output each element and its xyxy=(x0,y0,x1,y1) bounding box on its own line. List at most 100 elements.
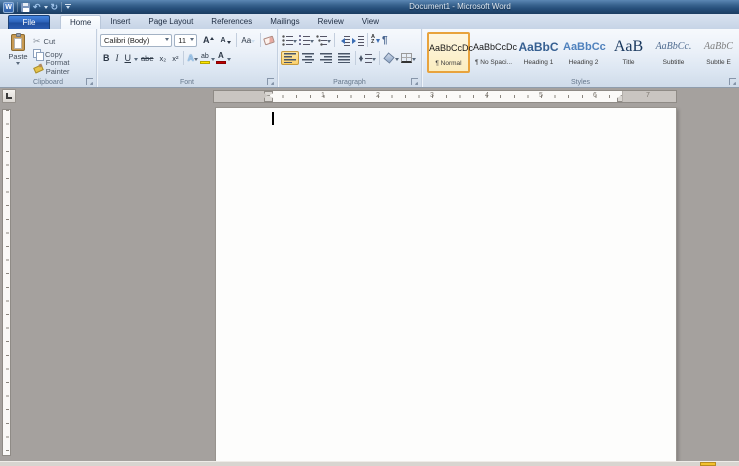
styles-group-label: Styles xyxy=(422,79,739,86)
clipboard-group: Paste ✂ Cut Copy Format Painter Clipboar… xyxy=(0,29,97,87)
quick-access-toolbar: W ↶ ↻ xyxy=(3,0,71,14)
divider xyxy=(355,51,356,65)
window-title: Document1 - Microsoft Word xyxy=(180,2,739,11)
font-dialog-launcher-icon[interactable] xyxy=(267,78,274,85)
line-spacing-button[interactable] xyxy=(358,52,377,65)
cut-button[interactable]: ✂ Cut xyxy=(33,35,94,47)
document-area xyxy=(0,106,739,461)
bullets-icon xyxy=(282,35,293,46)
sort-icon: AZ xyxy=(371,35,375,45)
borders-button[interactable] xyxy=(400,52,417,64)
left-tab-icon xyxy=(6,93,12,99)
increase-indent-button[interactable] xyxy=(351,34,365,47)
save-icon[interactable] xyxy=(21,3,30,12)
text-effects-button[interactable]: A xyxy=(186,52,199,64)
style-heading-1[interactable]: AaBbC Heading 1 xyxy=(517,32,560,73)
undo-icon[interactable]: ↶ xyxy=(33,2,41,12)
change-case-button[interactable]: Aa xyxy=(238,33,258,47)
font-color-button[interactable]: A xyxy=(215,51,227,65)
paste-button[interactable]: Paste xyxy=(3,32,33,74)
superscript-button[interactable]: x² xyxy=(169,51,181,65)
align-right-button[interactable] xyxy=(317,51,335,65)
ruler-number: 2 xyxy=(376,92,380,99)
numbering-icon xyxy=(299,35,310,46)
style-no-spacing[interactable]: AaBbCcDc ¶ No Spaci... xyxy=(472,32,515,73)
horizontal-ruler: 1 2 3 4 5 6 7 xyxy=(213,90,677,103)
tab-page-layout[interactable]: Page Layout xyxy=(139,15,202,29)
shrink-caret-icon xyxy=(227,41,231,46)
paragraph-dialog-launcher-icon[interactable] xyxy=(411,78,418,85)
multilevel-list-button[interactable] xyxy=(315,34,332,47)
shading-button[interactable] xyxy=(382,52,400,64)
chevron-down-icon xyxy=(412,58,416,63)
style-subtitle[interactable]: AaBbCc. Subtitle xyxy=(652,32,695,73)
format-painter-button[interactable]: Format Painter xyxy=(33,61,94,73)
style-normal[interactable]: AaBbCcDc ¶ Normal xyxy=(427,32,470,73)
style-title[interactable]: AaB Title xyxy=(607,32,650,73)
word-window: W ↶ ↻ Document1 - Microsoft Word File Ho… xyxy=(0,0,739,466)
highlight-button[interactable]: ab xyxy=(199,52,211,65)
style-heading-2[interactable]: AaBbCc Heading 2 xyxy=(562,32,605,73)
ruler-text-area: 1 2 3 4 5 6 xyxy=(269,91,622,102)
clipboard-group-label: Clipboard xyxy=(0,79,96,86)
styles-dialog-launcher-icon[interactable] xyxy=(729,78,736,85)
font-color-dropdown-icon[interactable] xyxy=(227,58,231,63)
title-bar: W ↶ ↻ Document1 - Microsoft Word xyxy=(0,0,739,14)
text-caret xyxy=(272,112,274,125)
ruler-number: 1 xyxy=(321,92,325,99)
tab-mailings[interactable]: Mailings xyxy=(261,15,308,29)
ruler-number: 4 xyxy=(485,92,489,99)
tab-review[interactable]: Review xyxy=(309,15,353,29)
tab-file[interactable]: File xyxy=(8,15,50,29)
paste-clipboard-icon xyxy=(11,34,25,51)
shrink-font-button[interactable]: A xyxy=(217,33,233,47)
highlight-icon: ab xyxy=(201,53,209,60)
decrease-indent-button[interactable] xyxy=(337,34,351,47)
show-hide-paragraph-button[interactable]: ¶ xyxy=(381,34,389,47)
word-logo-icon[interactable]: W xyxy=(3,2,14,13)
font-size-select[interactable]: 11 xyxy=(174,34,197,47)
style-subtle-emphasis[interactable]: AaBbC Subtle E xyxy=(697,32,739,73)
clear-formatting-button[interactable] xyxy=(263,36,275,45)
line-spacing-icon xyxy=(359,53,372,64)
tab-references[interactable]: References xyxy=(202,15,261,29)
chevron-down-icon xyxy=(395,58,399,63)
qat-divider xyxy=(17,2,18,12)
styles-gallery: AaBbCcDc ¶ Normal AaBbCcDc ¶ No Spaci...… xyxy=(425,32,737,73)
tab-home[interactable]: Home xyxy=(60,15,101,29)
format-painter-icon xyxy=(33,62,43,72)
sort-arrow-icon xyxy=(376,39,380,45)
strikethrough-button[interactable]: abe xyxy=(138,51,157,65)
font-name-select[interactable]: Calibri (Body) xyxy=(100,34,172,47)
undo-dropdown-icon[interactable] xyxy=(44,6,48,11)
numbering-button[interactable] xyxy=(298,34,315,47)
align-center-button[interactable] xyxy=(299,51,317,65)
sort-button[interactable]: AZ xyxy=(370,34,381,46)
document-page[interactable] xyxy=(215,107,677,461)
clipboard-dialog-launcher-icon[interactable] xyxy=(86,78,93,85)
chevron-down-icon xyxy=(293,40,297,45)
align-center-icon xyxy=(302,53,314,63)
italic-button[interactable]: I xyxy=(113,51,122,65)
justify-button[interactable] xyxy=(335,51,353,65)
align-left-button[interactable] xyxy=(281,51,299,65)
divider xyxy=(236,33,237,47)
justify-icon xyxy=(338,53,350,63)
font-color-icon: A xyxy=(218,52,224,60)
redo-icon[interactable]: ↻ xyxy=(51,2,59,12)
customize-qat-icon[interactable] xyxy=(65,4,71,11)
tab-view[interactable]: View xyxy=(353,15,388,29)
font-size-value: 11 xyxy=(178,36,186,45)
grow-font-button[interactable]: A xyxy=(200,33,218,47)
tab-insert[interactable]: Insert xyxy=(101,15,139,29)
tab-stop-selector[interactable] xyxy=(2,89,16,103)
taskbar-notification-icon[interactable] xyxy=(700,462,716,466)
subscript-button[interactable]: x₂ xyxy=(157,51,170,65)
cut-icon: ✂ xyxy=(33,37,41,46)
bold-button[interactable]: B xyxy=(100,51,113,65)
ruler-number: 3 xyxy=(430,92,434,99)
paste-dropdown-icon[interactable] xyxy=(16,62,20,67)
divider xyxy=(334,33,335,47)
bullets-button[interactable] xyxy=(281,34,298,47)
underline-button[interactable]: U xyxy=(122,51,135,65)
